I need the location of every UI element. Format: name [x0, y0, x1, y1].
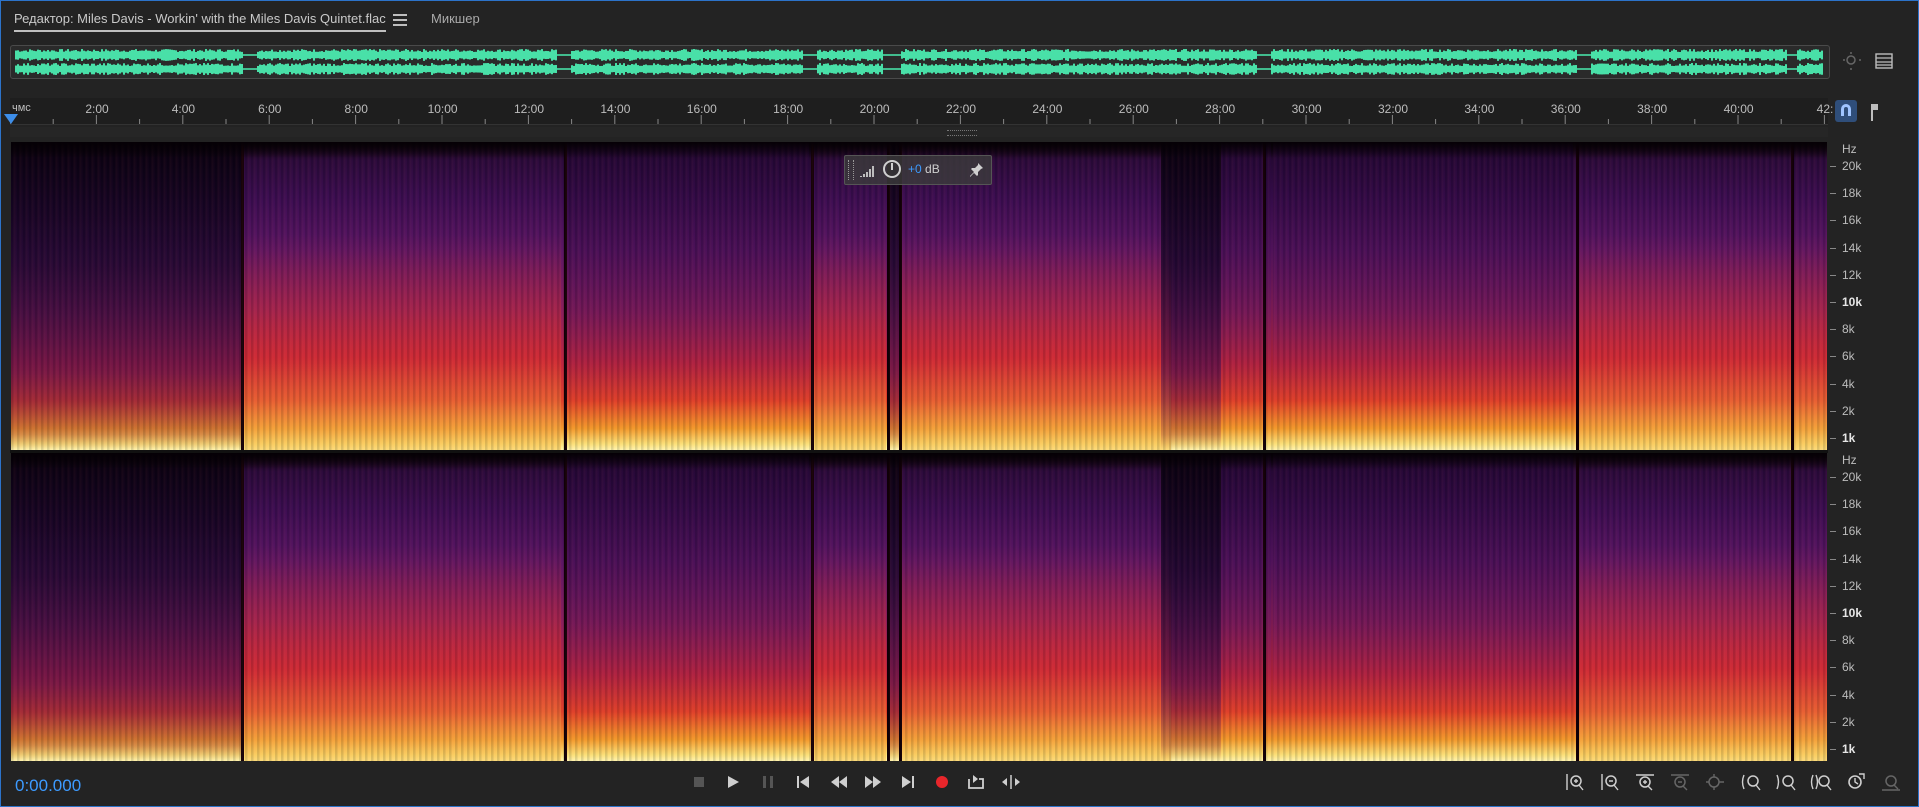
- record-icon[interactable]: [930, 771, 954, 793]
- zoom-in-selection-icon[interactable]: [1739, 771, 1763, 793]
- hz-unit-label: Hz: [1842, 453, 1857, 467]
- hz-label: 1k: [1842, 431, 1856, 445]
- zoom-in-time-icon[interactable]: [1633, 771, 1657, 793]
- hz-tick: [1830, 477, 1836, 478]
- marker-icon[interactable]: [1865, 102, 1883, 122]
- hz-tick: [1830, 667, 1836, 669]
- waveform-overview-graphic: [15, 49, 1823, 75]
- hz-tick: [1830, 504, 1836, 506]
- overview-waveform[interactable]: [10, 45, 1830, 79]
- hz-label: 6k: [1842, 349, 1855, 364]
- loop-icon[interactable]: [964, 771, 988, 793]
- pin-icon[interactable]: [970, 162, 984, 178]
- hz-tick: [1830, 410, 1836, 412]
- hz-label: 14k: [1842, 240, 1862, 255]
- hz-tick: [1830, 302, 1836, 303]
- hz-label: 2k: [1842, 714, 1855, 729]
- hz-tick: [1830, 247, 1836, 249]
- spectrogram-channel-right[interactable]: [11, 453, 1827, 761]
- hz-tick: [1830, 694, 1836, 696]
- tab-menu-icon[interactable]: [393, 11, 407, 27]
- rewind-icon[interactable]: [827, 771, 851, 793]
- playhead-marker[interactable]: [4, 114, 18, 124]
- hz-label: 18k: [1842, 186, 1862, 201]
- hz-label: 12k: [1842, 578, 1862, 593]
- hz-label: 12k: [1842, 267, 1862, 282]
- frequency-scale-right: Hz 20k 18k 16k 14k 12k 10k 8k 6k 4k 2k 1k: [1830, 453, 1890, 761]
- hz-label: 10k: [1842, 295, 1863, 309]
- hz-label: 4k: [1842, 376, 1855, 391]
- hz-tick: [1830, 585, 1836, 587]
- scroll-grip-icon[interactable]: [947, 130, 977, 136]
- zoom-out-amplitude-icon[interactable]: [1598, 771, 1622, 793]
- hz-label: 1k: [1842, 742, 1856, 756]
- tab-editor[interactable]: Редактор: Miles Davis - Workin' with the…: [14, 11, 386, 32]
- hz-label: 16k: [1842, 524, 1862, 539]
- hz-tick: [1830, 613, 1836, 614]
- zoom-in-amplitude-icon[interactable]: [1563, 771, 1587, 793]
- stop-icon[interactable]: [687, 771, 711, 793]
- snap-icon[interactable]: [1835, 100, 1857, 122]
- editor-window: Редактор: Miles Davis - Workin' with the…: [0, 0, 1919, 807]
- hz-tick: [1830, 329, 1836, 331]
- hz-unit-label: Hz: [1842, 142, 1857, 156]
- hz-tick: [1830, 356, 1836, 358]
- hz-tick: [1830, 558, 1836, 560]
- frequency-scale-left: Hz 20k 18k 16k 14k 12k 10k 8k 6k 4k 2k 1k: [1830, 142, 1890, 450]
- hz-tick: [1830, 166, 1836, 167]
- amplitude-hud[interactable]: +0 dB: [844, 155, 992, 185]
- skip-start-icon[interactable]: [791, 771, 815, 793]
- hz-label: 4k: [1842, 687, 1855, 702]
- hz-label: 2k: [1842, 403, 1855, 418]
- hud-grip-icon[interactable]: [848, 160, 854, 180]
- hz-label: 20k: [1842, 470, 1862, 484]
- zoom-reset-icon[interactable]: [1879, 771, 1903, 793]
- panel-list-icon[interactable]: [1875, 52, 1893, 70]
- time-ruler[interactable]: чмс 2:00 4:00 6:00 8:00 10:00 12:00 14:00 16:00…: [10, 98, 1833, 125]
- hz-label: 8k: [1842, 322, 1855, 337]
- hz-label: 16k: [1842, 213, 1862, 228]
- pause-icon[interactable]: [756, 771, 780, 793]
- current-time-display[interactable]: 0:00.000: [15, 776, 81, 796]
- tab-bar: Редактор: Miles Davis - Workin' with the…: [1, 1, 1918, 39]
- hz-tick: [1830, 274, 1836, 276]
- volume-unit: dB: [921, 162, 940, 176]
- zoom-out-left-icon[interactable]: [1774, 771, 1798, 793]
- play-icon[interactable]: [721, 771, 745, 793]
- hz-tick: [1830, 640, 1836, 642]
- hz-label: 8k: [1842, 633, 1855, 648]
- spectrogram-channel-left[interactable]: [11, 142, 1827, 450]
- hz-tick: [1830, 721, 1836, 723]
- zoom-out-time-icon[interactable]: [1668, 771, 1692, 793]
- hz-label: 18k: [1842, 497, 1862, 512]
- skip-end-icon[interactable]: [896, 771, 920, 793]
- transport-bar: 0:00.000: [1, 761, 1918, 806]
- zoom-full-icon[interactable]: [1703, 771, 1727, 793]
- hz-label: 10k: [1842, 606, 1863, 620]
- hz-label: 14k: [1842, 551, 1862, 566]
- hz-tick: [1830, 220, 1836, 222]
- hz-tick: [1830, 531, 1836, 533]
- hz-label: 6k: [1842, 660, 1855, 675]
- volume-value: +0: [908, 162, 922, 176]
- horizontal-scroll-track[interactable]: [10, 127, 1828, 137]
- zoom-to-selection-icon[interactable]: [1844, 771, 1868, 793]
- hz-tick: [1830, 193, 1836, 195]
- tab-mixer[interactable]: Микшер: [431, 11, 480, 26]
- zoom-out-right-icon[interactable]: [1809, 771, 1833, 793]
- hz-tick: [1830, 438, 1836, 439]
- level-meter-icon: [860, 166, 874, 177]
- hz-label: 20k: [1842, 159, 1862, 173]
- volume-readout: +0 dB: [908, 162, 940, 176]
- hz-tick: [1830, 749, 1836, 750]
- hz-tick: [1830, 383, 1836, 385]
- volume-knob[interactable]: [883, 160, 901, 178]
- zoom-navigator-icon[interactable]: [1843, 52, 1861, 70]
- skip-selection-icon[interactable]: [999, 771, 1023, 793]
- fast-forward-icon[interactable]: [861, 771, 885, 793]
- ruler-minor-ticks: [10, 115, 1825, 124]
